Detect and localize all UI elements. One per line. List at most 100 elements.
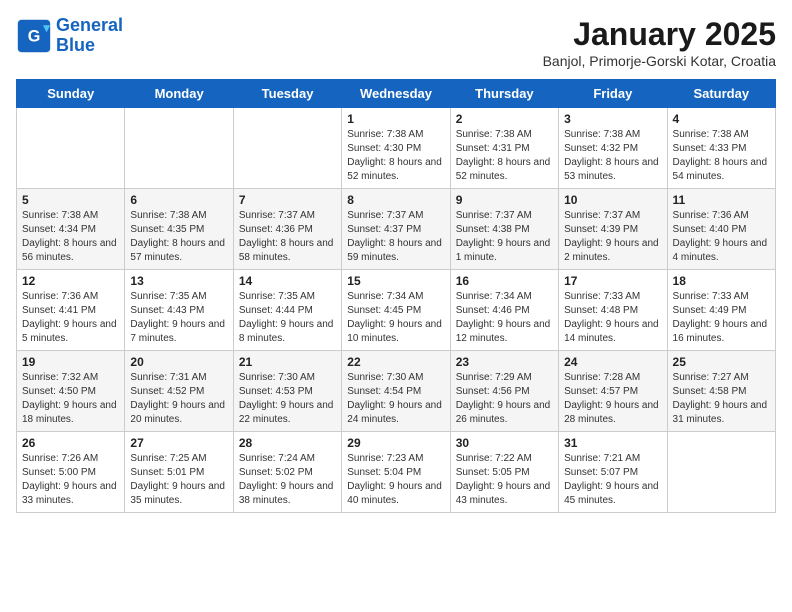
day-number: 23 bbox=[456, 355, 553, 369]
month-title: January 2025 bbox=[543, 16, 776, 53]
day-info: Sunrise: 7:38 AM Sunset: 4:35 PM Dayligh… bbox=[130, 209, 227, 265]
day-number: 1 bbox=[347, 112, 444, 126]
calendar-cell: 3Sunrise: 7:38 AM Sunset: 4:32 PM Daylig… bbox=[559, 108, 667, 189]
week-row-2: 5 Sunrise: 7:38 AM Sunset: 4:34 PM Daylig… bbox=[17, 189, 776, 270]
day-info: Sunrise: 7:24 AM Sunset: 5:02 PM Dayligh… bbox=[239, 452, 336, 508]
logo-name-line1: General bbox=[56, 16, 123, 36]
day-header-wednesday: Wednesday bbox=[342, 80, 450, 108]
day-info: Sunrise: 7:30 AM Sunset: 4:53 PM Dayligh… bbox=[239, 371, 336, 427]
day-number: 29 bbox=[347, 436, 444, 450]
day-info: Sunrise: 7:23 AM Sunset: 5:04 PM Dayligh… bbox=[347, 452, 444, 508]
calendar-cell: 11 Sunrise: 7:36 AM Sunset: 4:40 PM Dayli… bbox=[667, 189, 775, 270]
day-info: Sunrise: 7:33 AM Sunset: 4:48 PM Dayligh… bbox=[564, 290, 661, 346]
day-info: Sunrise: 7:37 AM Sunset: 4:36 PM Dayligh… bbox=[239, 209, 336, 265]
week-row-5: 26 Sunrise: 7:26 AM Sunset: 5:00 PM Dayli… bbox=[17, 432, 776, 513]
day-number: 12 bbox=[22, 274, 119, 288]
day-header-thursday: Thursday bbox=[450, 80, 558, 108]
day-number: 11 bbox=[673, 193, 770, 207]
day-info: Sunrise: 7:31 AM Sunset: 4:52 PM Dayligh… bbox=[130, 371, 227, 427]
logo-icon: G bbox=[16, 18, 52, 54]
day-info: Sunrise: 7:38 AM Sunset: 4:33 PM Dayligh… bbox=[673, 128, 770, 184]
calendar-cell: 16Sunrise: 7:34 AM Sunset: 4:46 PM Dayli… bbox=[450, 270, 558, 351]
title-area: January 2025 Banjol, Primorje-Gorski Kot… bbox=[543, 16, 776, 69]
day-info: Sunrise: 7:37 AM Sunset: 4:37 PM Dayligh… bbox=[347, 209, 444, 265]
day-number: 14 bbox=[239, 274, 336, 288]
day-info: Sunrise: 7:28 AM Sunset: 4:57 PM Dayligh… bbox=[564, 371, 661, 427]
day-number: 9 bbox=[456, 193, 553, 207]
calendar-cell bbox=[233, 108, 341, 189]
day-info: Sunrise: 7:35 AM Sunset: 4:43 PM Dayligh… bbox=[130, 290, 227, 346]
week-row-3: 12 Sunrise: 7:36 AM Sunset: 4:41 PM Dayli… bbox=[17, 270, 776, 351]
day-number: 22 bbox=[347, 355, 444, 369]
calendar-cell: 7 Sunrise: 7:37 AM Sunset: 4:36 PM Daylig… bbox=[233, 189, 341, 270]
calendar-cell: 15 Sunrise: 7:34 AM Sunset: 4:45 PM Dayli… bbox=[342, 270, 450, 351]
calendar-cell: 6Sunrise: 7:38 AM Sunset: 4:35 PM Daylig… bbox=[125, 189, 233, 270]
days-header-row: SundayMondayTuesdayWednesdayThursdayFrid… bbox=[17, 80, 776, 108]
calendar-cell: 5 Sunrise: 7:38 AM Sunset: 4:34 PM Daylig… bbox=[17, 189, 125, 270]
day-info: Sunrise: 7:38 AM Sunset: 4:30 PM Dayligh… bbox=[347, 128, 444, 184]
day-info: Sunrise: 7:36 AM Sunset: 4:41 PM Dayligh… bbox=[22, 290, 119, 346]
day-header-friday: Friday bbox=[559, 80, 667, 108]
logo-name-line2: Blue bbox=[56, 36, 123, 56]
calendar-cell: 23 Sunrise: 7:29 AM Sunset: 4:56 PM Dayli… bbox=[450, 351, 558, 432]
day-number: 7 bbox=[239, 193, 336, 207]
day-number: 28 bbox=[239, 436, 336, 450]
day-number: 15 bbox=[347, 274, 444, 288]
day-number: 25 bbox=[673, 355, 770, 369]
calendar-cell: 10 Sunrise: 7:37 AM Sunset: 4:39 PM Dayli… bbox=[559, 189, 667, 270]
calendar-cell: 17 Sunrise: 7:33 AM Sunset: 4:48 PM Dayli… bbox=[559, 270, 667, 351]
day-info: Sunrise: 7:33 AM Sunset: 4:49 PM Dayligh… bbox=[673, 290, 770, 346]
calendar-table: SundayMondayTuesdayWednesdayThursdayFrid… bbox=[16, 79, 776, 513]
week-row-4: 19Sunrise: 7:32 AM Sunset: 4:50 PM Dayli… bbox=[17, 351, 776, 432]
day-number: 31 bbox=[564, 436, 661, 450]
calendar-cell: 4 Sunrise: 7:38 AM Sunset: 4:33 PM Daylig… bbox=[667, 108, 775, 189]
day-number: 16 bbox=[456, 274, 553, 288]
day-info: Sunrise: 7:37 AM Sunset: 4:39 PM Dayligh… bbox=[564, 209, 661, 265]
calendar-cell: 1 Sunrise: 7:38 AM Sunset: 4:30 PM Daylig… bbox=[342, 108, 450, 189]
day-info: Sunrise: 7:22 AM Sunset: 5:05 PM Dayligh… bbox=[456, 452, 553, 508]
day-info: Sunrise: 7:38 AM Sunset: 4:32 PM Dayligh… bbox=[564, 128, 661, 184]
calendar-cell: 26 Sunrise: 7:26 AM Sunset: 5:00 PM Dayli… bbox=[17, 432, 125, 513]
calendar-cell bbox=[667, 432, 775, 513]
calendar-cell: 28 Sunrise: 7:24 AM Sunset: 5:02 PM Dayli… bbox=[233, 432, 341, 513]
calendar-cell bbox=[17, 108, 125, 189]
day-number: 18 bbox=[673, 274, 770, 288]
calendar-cell: 30Sunrise: 7:22 AM Sunset: 5:05 PM Dayli… bbox=[450, 432, 558, 513]
logo: G General Blue bbox=[16, 16, 123, 56]
day-info: Sunrise: 7:26 AM Sunset: 5:00 PM Dayligh… bbox=[22, 452, 119, 508]
calendar-cell bbox=[125, 108, 233, 189]
day-number: 20 bbox=[130, 355, 227, 369]
calendar-cell: 24 Sunrise: 7:28 AM Sunset: 4:57 PM Dayli… bbox=[559, 351, 667, 432]
day-number: 24 bbox=[564, 355, 661, 369]
calendar-cell: 9Sunrise: 7:37 AM Sunset: 4:38 PM Daylig… bbox=[450, 189, 558, 270]
calendar-cell: 25 Sunrise: 7:27 AM Sunset: 4:58 PM Dayli… bbox=[667, 351, 775, 432]
day-info: Sunrise: 7:25 AM Sunset: 5:01 PM Dayligh… bbox=[130, 452, 227, 508]
day-number: 26 bbox=[22, 436, 119, 450]
day-info: Sunrise: 7:38 AM Sunset: 4:31 PM Dayligh… bbox=[456, 128, 553, 184]
calendar-cell: 19Sunrise: 7:32 AM Sunset: 4:50 PM Dayli… bbox=[17, 351, 125, 432]
day-info: Sunrise: 7:36 AM Sunset: 4:40 PM Dayligh… bbox=[673, 209, 770, 265]
day-number: 10 bbox=[564, 193, 661, 207]
day-header-sunday: Sunday bbox=[17, 80, 125, 108]
header: G General Blue January 2025 Banjol, Prim… bbox=[16, 16, 776, 69]
day-info: Sunrise: 7:30 AM Sunset: 4:54 PM Dayligh… bbox=[347, 371, 444, 427]
day-header-monday: Monday bbox=[125, 80, 233, 108]
day-info: Sunrise: 7:38 AM Sunset: 4:34 PM Dayligh… bbox=[22, 209, 119, 265]
calendar-cell: 21 Sunrise: 7:30 AM Sunset: 4:53 PM Dayli… bbox=[233, 351, 341, 432]
calendar-cell: 31 Sunrise: 7:21 AM Sunset: 5:07 PM Dayli… bbox=[559, 432, 667, 513]
day-number: 17 bbox=[564, 274, 661, 288]
day-number: 2 bbox=[456, 112, 553, 126]
day-number: 27 bbox=[130, 436, 227, 450]
day-info: Sunrise: 7:29 AM Sunset: 4:56 PM Dayligh… bbox=[456, 371, 553, 427]
day-number: 4 bbox=[673, 112, 770, 126]
day-info: Sunrise: 7:27 AM Sunset: 4:58 PM Dayligh… bbox=[673, 371, 770, 427]
day-info: Sunrise: 7:21 AM Sunset: 5:07 PM Dayligh… bbox=[564, 452, 661, 508]
calendar-cell: 8Sunrise: 7:37 AM Sunset: 4:37 PM Daylig… bbox=[342, 189, 450, 270]
week-row-1: 1 Sunrise: 7:38 AM Sunset: 4:30 PM Daylig… bbox=[17, 108, 776, 189]
calendar-cell: 27 Sunrise: 7:25 AM Sunset: 5:01 PM Dayli… bbox=[125, 432, 233, 513]
day-number: 5 bbox=[22, 193, 119, 207]
calendar-cell: 12 Sunrise: 7:36 AM Sunset: 4:41 PM Dayli… bbox=[17, 270, 125, 351]
day-number: 21 bbox=[239, 355, 336, 369]
day-number: 13 bbox=[130, 274, 227, 288]
day-info: Sunrise: 7:34 AM Sunset: 4:45 PM Dayligh… bbox=[347, 290, 444, 346]
